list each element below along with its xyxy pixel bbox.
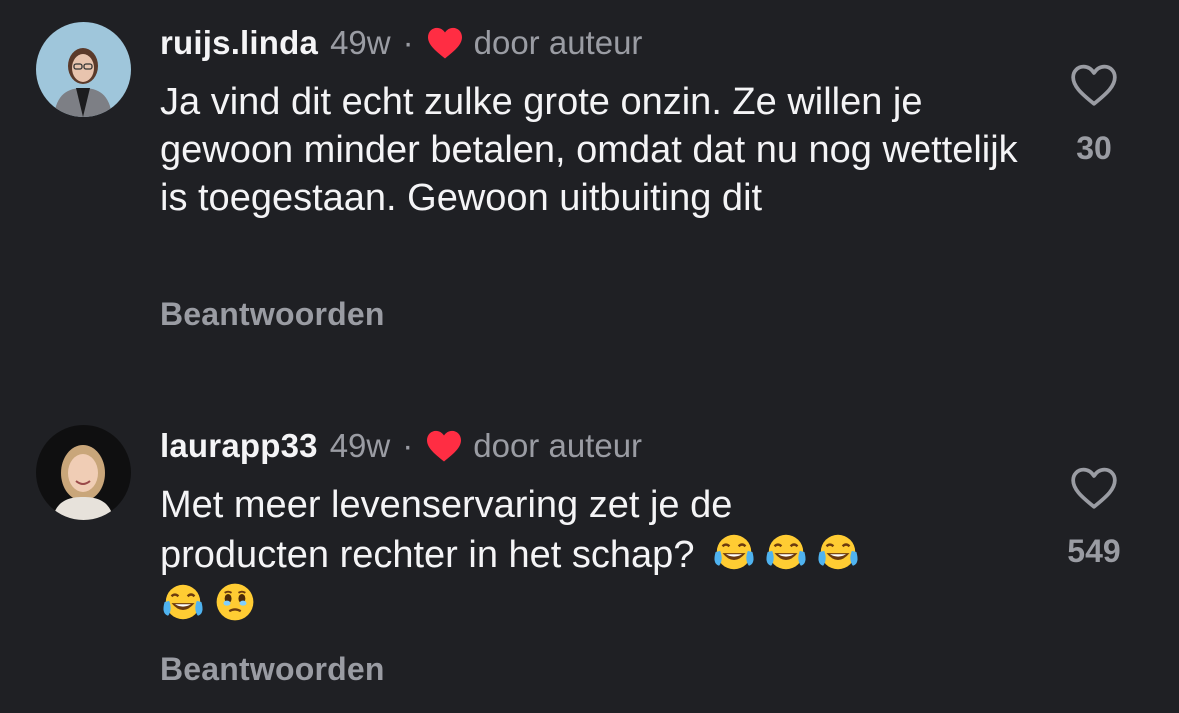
like-count: 30 <box>1076 130 1112 166</box>
timestamp: 49w <box>330 24 391 61</box>
comment-text: Ja vind dit echt zulke grote onzin. Ze w… <box>160 81 1018 219</box>
timestamp: 49w <box>329 427 391 464</box>
like-control: 30 <box>1049 62 1139 167</box>
liked-by-author-label: door auteur <box>473 24 643 61</box>
separator-dot: · <box>402 24 414 61</box>
comment-text-line: producten rechter in het schap? <box>160 534 695 576</box>
heart-icon <box>425 429 463 463</box>
heart-icon <box>426 26 464 60</box>
comment-header: ruijs.linda 49w · door auteur <box>160 22 642 64</box>
avatar[interactable] <box>36 425 131 520</box>
tears-of-joy-emoji-icon <box>763 529 809 575</box>
tears-of-joy-emoji-icon <box>711 529 757 575</box>
separator-dot: · <box>402 427 414 464</box>
like-count: 549 <box>1067 533 1121 569</box>
tears-of-joy-emoji-icon <box>815 529 861 575</box>
face-holding-back-tears-emoji-icon <box>212 579 258 625</box>
avatar[interactable] <box>36 22 131 117</box>
tears-of-joy-emoji-icon <box>160 579 206 625</box>
comment-text-line: Met meer levenservaring zet je de <box>160 484 733 526</box>
comment-header: laurapp33 49w · door auteur <box>160 425 642 467</box>
comment-list: ruijs.linda 49w · door auteur Ja vind di… <box>0 0 1179 713</box>
heart-outline-icon[interactable] <box>1069 465 1119 511</box>
username[interactable]: laurapp33 <box>160 425 318 467</box>
liked-by-author-label: door auteur <box>473 427 643 464</box>
reply-button[interactable]: Beantwoorden <box>160 296 385 333</box>
comment-text: Met meer levenservaring zet je de produc… <box>160 481 1020 629</box>
like-control: 549 <box>1049 465 1139 570</box>
avatar-image <box>36 22 131 117</box>
avatar-image <box>36 425 131 520</box>
reply-button[interactable]: Beantwoorden <box>160 651 385 688</box>
username[interactable]: ruijs.linda <box>160 22 318 64</box>
heart-outline-icon[interactable] <box>1069 62 1119 108</box>
